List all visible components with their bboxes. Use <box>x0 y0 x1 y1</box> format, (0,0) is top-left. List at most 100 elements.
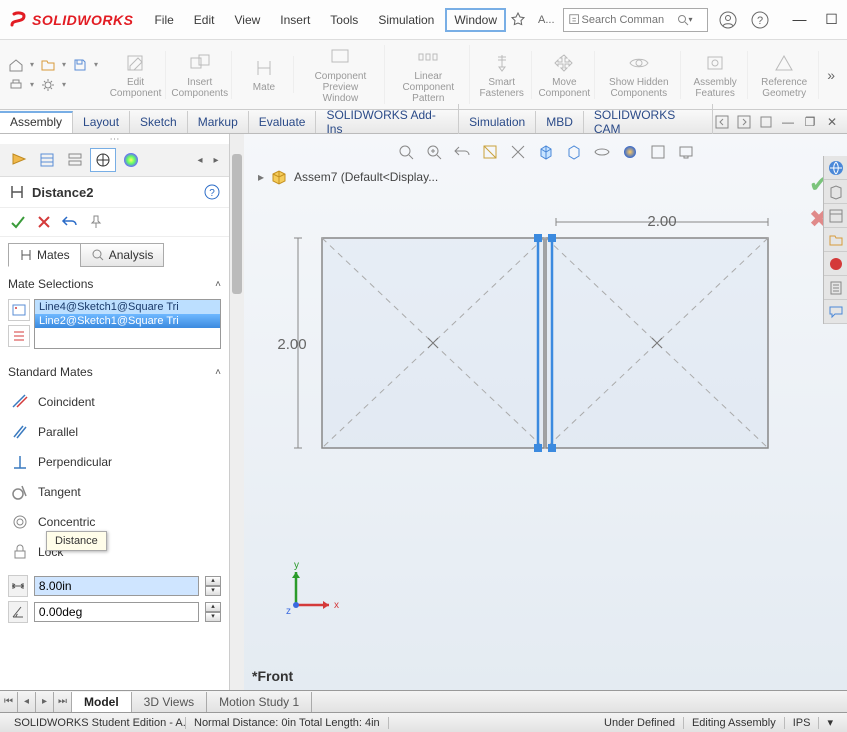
previous-view-icon[interactable] <box>450 140 474 164</box>
cancel-icon[interactable] <box>34 212 54 232</box>
display-style-icon[interactable] <box>562 140 586 164</box>
viewport-prev-icon[interactable] <box>713 113 731 131</box>
ribbon-show-hidden[interactable]: Show Hidden Components <box>597 51 681 99</box>
open-icon[interactable] <box>38 56 58 74</box>
ribbon-component-preview[interactable]: Component Preview Window <box>296 45 385 104</box>
mate-concentric[interactable]: Concentric <box>8 507 221 537</box>
home-icon[interactable] <box>6 56 26 74</box>
tab-first-icon[interactable]: ⏮ <box>0 692 18 712</box>
settings-icon[interactable] <box>38 76 58 94</box>
selection-entities-icon[interactable] <box>8 299 30 321</box>
config-manager-tab[interactable] <box>62 148 88 172</box>
viewport-next-icon[interactable] <box>735 113 753 131</box>
viewport-restore-icon[interactable]: ❐ <box>801 113 819 131</box>
property-manager-tab[interactable] <box>34 148 60 172</box>
panel-scrollbar[interactable] <box>230 134 244 690</box>
distance-spinner[interactable]: ▴▾ <box>205 576 221 596</box>
view-settings-icon[interactable] <box>674 140 698 164</box>
menu-view[interactable]: View <box>225 8 269 32</box>
menu-edit[interactable]: Edit <box>185 8 224 32</box>
angle-input[interactable] <box>34 602 199 622</box>
ribbon-reference-geometry[interactable]: Reference Geometry <box>750 51 819 99</box>
tab-prev-icon[interactable]: ◂ <box>18 692 36 712</box>
sketch-drawing[interactable]: 2.00 2.00 <box>274 214 794 474</box>
mate-selections-header[interactable]: Mate Selections ˄ <box>8 273 221 295</box>
tab-assembly[interactable]: Assembly <box>0 111 73 133</box>
appearances-icon[interactable] <box>824 252 847 276</box>
selection-item[interactable]: Line4@Sketch1@Square Tri <box>35 300 220 314</box>
settings-dropdown[interactable]: ▾ <box>62 80 66 89</box>
home-dropdown[interactable]: ▾ <box>30 60 34 69</box>
distance-icon[interactable] <box>8 575 28 597</box>
menu-insert[interactable]: Insert <box>271 8 319 32</box>
panel-collapse-handle[interactable]: ⋯ <box>0 134 229 144</box>
print-icon[interactable] <box>6 76 26 94</box>
view-palette-icon[interactable] <box>824 228 847 252</box>
tab-markup[interactable]: Markup <box>188 111 249 133</box>
file-explorer-icon[interactable] <box>824 204 847 228</box>
distance-input[interactable] <box>34 576 199 596</box>
subtab-mates[interactable]: Mates <box>8 243 80 267</box>
selection-align-icon[interactable] <box>8 325 30 347</box>
apply-scene-icon[interactable] <box>646 140 670 164</box>
viewport-min-icon[interactable]: — <box>779 113 797 131</box>
save-dropdown[interactable]: ▾ <box>94 60 98 69</box>
star-icon[interactable] <box>506 8 530 32</box>
user-icon[interactable] <box>716 8 740 32</box>
appearance-tab[interactable] <box>118 148 144 172</box>
forum-icon[interactable] <box>824 300 847 324</box>
ribbon-mate[interactable]: Mate <box>234 56 294 93</box>
menu-tools[interactable]: Tools <box>321 8 367 32</box>
mate-perpendicular[interactable]: Perpendicular <box>8 447 221 477</box>
expand-tree-icon[interactable]: ▸ <box>258 170 264 184</box>
pushpin-icon[interactable] <box>86 212 106 232</box>
dynamic-annot-icon[interactable] <box>506 140 530 164</box>
tab-next-icon[interactable]: ▸ <box>36 692 54 712</box>
mate-coincident[interactable]: Coincident <box>8 387 221 417</box>
tab-prev[interactable]: ◂ <box>193 155 207 166</box>
selection-item[interactable]: Line2@Sketch1@Square Tri <box>35 314 220 328</box>
ribbon-linear-pattern[interactable]: Linear Component Pattern <box>387 45 470 104</box>
tab-next[interactable]: ▸ <box>209 155 223 166</box>
ribbon-smart-fasteners[interactable]: Smart Fasteners <box>472 51 532 99</box>
save-icon[interactable] <box>70 56 90 74</box>
mate-parallel[interactable]: Parallel <box>8 417 221 447</box>
graphics-viewport[interactable]: ▸ Assem7 (Default<Display... ✔ ✖ 2.00 <box>244 134 847 690</box>
view-orientation-icon[interactable] <box>534 140 558 164</box>
minimize-button[interactable]: — <box>790 11 810 28</box>
status-overflow[interactable]: ▾ <box>819 716 841 729</box>
ribbon-edit-component[interactable]: Edit Component <box>106 51 166 99</box>
sw-resources-icon[interactable] <box>824 156 847 180</box>
bottom-tab-model[interactable]: Model <box>72 692 132 712</box>
menu-file[interactable]: File <box>145 8 182 32</box>
tab-simulation[interactable]: Simulation <box>459 111 536 133</box>
print-dropdown[interactable]: ▾ <box>30 80 34 89</box>
menu-window[interactable]: Window <box>445 8 506 32</box>
viewport-close-icon[interactable]: ✕ <box>823 113 841 131</box>
tab-layout[interactable]: Layout <box>73 111 130 133</box>
standard-mates-header[interactable]: Standard Mates ˄ <box>8 361 221 383</box>
bottom-tab-motion[interactable]: Motion Study 1 <box>207 692 312 712</box>
hide-show-icon[interactable] <box>590 140 614 164</box>
feature-manager-tab[interactable] <box>6 148 32 172</box>
mate-tangent[interactable]: Tangent <box>8 477 221 507</box>
ribbon-overflow[interactable]: » <box>821 67 841 83</box>
selection-list[interactable]: Line4@Sketch1@Square Tri Line2@Sketch1@S… <box>34 299 221 349</box>
dimexpert-tab[interactable] <box>90 148 116 172</box>
undo-icon[interactable] <box>60 212 80 232</box>
tab-evaluate[interactable]: Evaluate <box>249 111 317 133</box>
section-view-icon[interactable] <box>478 140 502 164</box>
design-library-icon[interactable] <box>824 180 847 204</box>
ribbon-assembly-features[interactable]: Assembly Features <box>683 51 748 99</box>
tab-sketch[interactable]: Sketch <box>130 111 188 133</box>
zoom-area-icon[interactable] <box>422 140 446 164</box>
menu-simulation[interactable]: Simulation <box>369 8 443 32</box>
tab-last-icon[interactable]: ⏭ <box>54 692 72 712</box>
edit-appearance-icon[interactable] <box>618 140 642 164</box>
mate-lock[interactable]: Lock Distance <box>8 537 221 567</box>
feature-tree-breadcrumb[interactable]: ▸ Assem7 (Default<Display... <box>258 168 438 186</box>
angle-spinner[interactable]: ▴▾ <box>205 602 221 622</box>
maximize-button[interactable]: ☐ <box>822 11 842 28</box>
ok-icon[interactable] <box>8 212 28 232</box>
ribbon-move-component[interactable]: Move Component <box>534 51 595 99</box>
